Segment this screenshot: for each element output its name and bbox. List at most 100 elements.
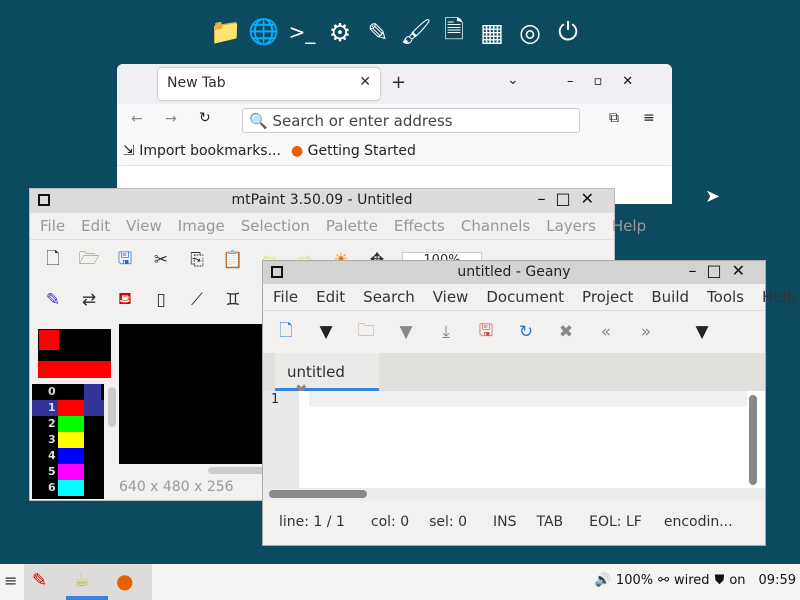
menu-view[interactable]: View	[433, 288, 469, 306]
shuffle-icon[interactable]: ⇄	[78, 290, 100, 310]
terminal-icon[interactable]: >_	[286, 14, 318, 50]
menu-build[interactable]: Build	[651, 288, 689, 306]
save-icon[interactable]: 🖫	[114, 246, 136, 275]
palette-scrollbar[interactable]	[108, 387, 116, 427]
flood-fill-icon[interactable]: ⛾	[114, 289, 136, 311]
more-icon[interactable]: ▼	[691, 322, 713, 342]
import-bookmarks-link[interactable]: ⇲ Import bookmarks...	[123, 143, 281, 162]
globe-icon[interactable]: 🌐	[248, 14, 280, 50]
palette-entry[interactable]: 5	[32, 464, 104, 480]
menu-help[interactable]: Help	[612, 217, 646, 235]
tab-untitled[interactable]: untitled ✖	[275, 353, 379, 399]
mtpaint-task-icon[interactable]: ✎	[32, 570, 47, 591]
palette-swatch[interactable]	[58, 480, 84, 496]
extensions-icon[interactable]: ⧉	[609, 110, 619, 126]
table-icon[interactable]: ▦	[476, 14, 508, 50]
lifebuoy-icon[interactable]: ◎	[514, 14, 546, 50]
window-controls[interactable]: –□✕	[688, 261, 755, 280]
paste-icon[interactable]: 📋	[222, 250, 244, 270]
window-menu-icon[interactable]	[38, 194, 50, 206]
menu-icon[interactable]: ≡	[643, 110, 655, 126]
menu-project[interactable]: Project	[582, 288, 633, 306]
canvas[interactable]	[119, 324, 264, 464]
smudge-icon[interactable]: ⟋	[186, 290, 208, 310]
volume-icon[interactable]: 🔊	[595, 573, 611, 588]
new-dropdown-icon[interactable]: ▼	[315, 322, 337, 342]
palette-entry[interactable]: 3	[32, 432, 104, 448]
power-icon[interactable]: ⏻	[552, 14, 584, 50]
editor[interactable]: 1	[263, 391, 765, 488]
save-icon[interactable]: ⤓	[435, 322, 457, 342]
menu-edit[interactable]: Edit	[81, 217, 110, 235]
menu-file[interactable]: File	[273, 288, 298, 306]
new-tab-button[interactable]: +	[391, 72, 406, 93]
palette-swatch[interactable]	[58, 400, 84, 416]
color-preview[interactable]	[38, 329, 111, 378]
vpn-status[interactable]: on	[729, 573, 745, 588]
reload-icon[interactable]: ↻	[515, 322, 537, 342]
firefox-task-icon[interactable]: ●	[116, 569, 133, 593]
new-file-icon[interactable]: 🗋	[275, 318, 297, 347]
menu-search[interactable]: Search	[363, 288, 415, 306]
menu-channels[interactable]: Channels	[461, 217, 530, 235]
back-icon[interactable]: «	[595, 322, 617, 342]
forward-icon[interactable]: →	[165, 111, 177, 127]
tab-new-tab[interactable]: New Tab ✕	[158, 68, 380, 100]
menu-edit[interactable]: Edit	[316, 288, 345, 306]
menu-selection[interactable]: Selection	[241, 217, 310, 235]
palette-swatch[interactable]	[58, 416, 84, 432]
line-icon[interactable]: ▯	[150, 290, 172, 310]
tab-list-icon[interactable]: ⌄	[507, 72, 519, 88]
volume-level[interactable]: 100%	[616, 573, 653, 588]
cut-icon[interactable]: ✂	[150, 250, 172, 270]
copy-icon[interactable]: ⎘	[186, 250, 208, 270]
menu-layers[interactable]: Layers	[546, 217, 596, 235]
menu-icon[interactable]: ≡	[4, 571, 17, 590]
menu-tools[interactable]: Tools	[707, 288, 744, 306]
folder-icon[interactable]: 📁	[210, 14, 242, 50]
palette-swatch[interactable]	[58, 384, 84, 400]
open-dropdown-icon[interactable]: ▼	[395, 322, 417, 342]
save-all-icon[interactable]: 🖫	[475, 318, 497, 347]
new-icon[interactable]: 🗋	[42, 246, 64, 275]
vscrollbar[interactable]	[749, 395, 757, 485]
clock[interactable]: 09:59	[759, 573, 796, 588]
clone-icon[interactable]: ♊	[222, 290, 244, 310]
open-file-icon[interactable]: 🗀	[355, 318, 377, 347]
close-tab-icon[interactable]: ✕	[359, 74, 371, 90]
palette-swatch[interactable]	[58, 432, 84, 448]
palette-entry[interactable]: 4	[32, 448, 104, 464]
palette-list[interactable]: 0 1 2 3 4 5 6	[32, 384, 104, 499]
palette-entry[interactable]: 1	[32, 400, 104, 416]
brush-icon[interactable]: 🖌	[400, 14, 432, 50]
document-icon[interactable]: 🗎	[438, 14, 470, 50]
getting-started-link[interactable]: ● Getting Started	[291, 143, 416, 162]
menu-effects[interactable]: Effects	[394, 217, 445, 235]
menu-image[interactable]: Image	[178, 217, 225, 235]
palette-entry[interactable]: 2	[32, 416, 104, 432]
geany-task-icon[interactable]: ☕	[74, 570, 90, 591]
window-controls[interactable]: –▫✕	[567, 74, 653, 89]
menu-document[interactable]: Document	[486, 288, 564, 306]
network-status[interactable]: wired	[674, 573, 710, 588]
palette-swatch[interactable]	[58, 448, 84, 464]
palette-entry[interactable]: 0	[32, 384, 104, 400]
reload-icon[interactable]: ↻	[199, 110, 211, 126]
back-icon[interactable]: ←	[131, 111, 143, 127]
menu-help[interactable]: Help	[762, 288, 796, 306]
canvas-hscrollbar[interactable]	[208, 467, 268, 474]
window-menu-icon[interactable]	[271, 266, 283, 278]
window-controls[interactable]: –□✕	[537, 189, 604, 208]
palette-entry[interactable]: 6	[32, 480, 104, 496]
menu-view[interactable]: View	[126, 217, 162, 235]
vpn-shield-icon[interactable]: ⛊	[715, 573, 725, 588]
menu-palette[interactable]: Palette	[326, 217, 378, 235]
network-icon[interactable]: ⚯	[658, 573, 669, 588]
open-icon[interactable]: 🗁	[78, 246, 100, 275]
hscrollbar[interactable]	[269, 490, 367, 498]
address-bar[interactable]: 🔍 Search or enter address	[242, 108, 580, 133]
edit-icon[interactable]: ✎	[362, 14, 394, 50]
forward-icon[interactable]: »	[635, 322, 657, 342]
paint-icon[interactable]: ✎	[42, 290, 64, 310]
menu-file[interactable]: File	[40, 217, 65, 235]
